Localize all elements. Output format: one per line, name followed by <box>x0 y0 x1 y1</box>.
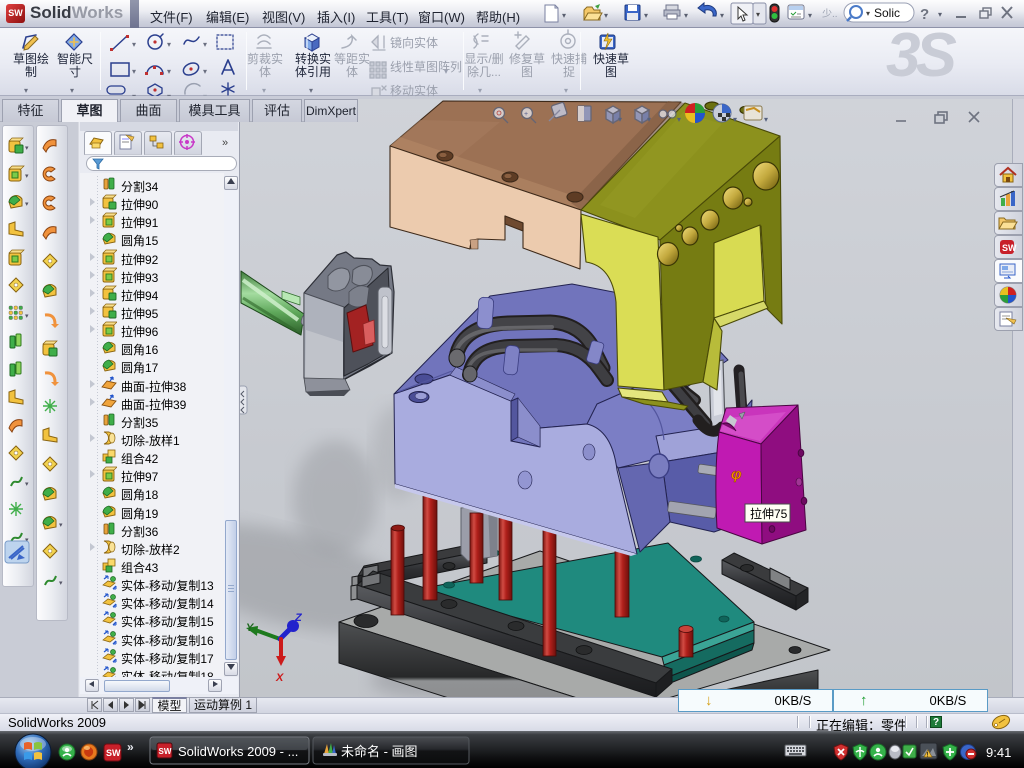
svg-text:▾: ▾ <box>262 86 266 95</box>
svg-text:▾: ▾ <box>764 115 768 124</box>
svg-text:▾: ▾ <box>25 313 29 320</box>
svg-text:▾: ▾ <box>644 11 648 20</box>
svg-text:▾: ▾ <box>808 11 812 20</box>
svg-text:▾: ▾ <box>24 86 28 95</box>
svg-text:▾: ▾ <box>132 40 136 49</box>
svg-text:▾: ▾ <box>70 86 74 95</box>
svg-text:▾: ▾ <box>25 145 29 152</box>
svg-text:SW: SW <box>159 747 172 756</box>
svg-text:▾: ▾ <box>167 40 171 49</box>
svg-text:▾: ▾ <box>647 115 651 124</box>
svg-text:»: » <box>127 740 134 754</box>
svg-text:▾: ▾ <box>478 86 482 95</box>
svg-text:▾: ▾ <box>203 40 207 49</box>
svg-text:▾: ▾ <box>167 67 171 76</box>
svg-text:SW: SW <box>1002 243 1017 253</box>
svg-text:+: + <box>524 111 528 118</box>
svg-text:▾: ▾ <box>618 115 622 124</box>
svg-text:SW: SW <box>106 748 121 758</box>
svg-text:▾: ▾ <box>444 67 448 76</box>
svg-text:Z: Z <box>294 612 303 624</box>
svg-text:▾: ▾ <box>59 522 63 529</box>
svg-text:▾: ▾ <box>677 115 681 124</box>
svg-text:!: ! <box>927 753 929 759</box>
svg-text:▾: ▾ <box>25 201 29 208</box>
svg-text:φ: φ <box>731 466 742 483</box>
svg-text:▾: ▾ <box>866 9 870 18</box>
svg-text:▾: ▾ <box>733 115 737 124</box>
svg-text:▾: ▾ <box>756 10 760 19</box>
svg-text:Solic: Solic <box>874 6 900 20</box>
svg-text:▾: ▾ <box>203 67 207 76</box>
svg-text:▾: ▾ <box>938 10 942 19</box>
svg-text:少..: 少.. <box>822 8 838 20</box>
svg-text:9:41: 9:41 <box>986 745 1011 760</box>
svg-text:▾: ▾ <box>684 11 688 20</box>
svg-text:未命名 - 画图: 未命名 - 画图 <box>341 744 418 759</box>
svg-text:▾: ▾ <box>59 580 63 587</box>
svg-text:X: X <box>275 672 284 684</box>
svg-text:▾: ▾ <box>564 86 568 95</box>
svg-text:▾: ▾ <box>720 11 724 20</box>
svg-text:▾: ▾ <box>604 11 608 20</box>
svg-text:▾: ▾ <box>562 11 566 20</box>
svg-text:▾: ▾ <box>309 86 313 95</box>
svg-text:▾: ▾ <box>25 481 29 488</box>
svg-text:▾: ▾ <box>25 173 29 180</box>
svg-text:拉伸75: 拉伸75 <box>750 506 788 521</box>
svg-text:»: » <box>222 137 228 149</box>
svg-text:▾: ▾ <box>132 67 136 76</box>
svg-text:SolidWorks 2009 - ...: SolidWorks 2009 - ... <box>178 744 298 759</box>
